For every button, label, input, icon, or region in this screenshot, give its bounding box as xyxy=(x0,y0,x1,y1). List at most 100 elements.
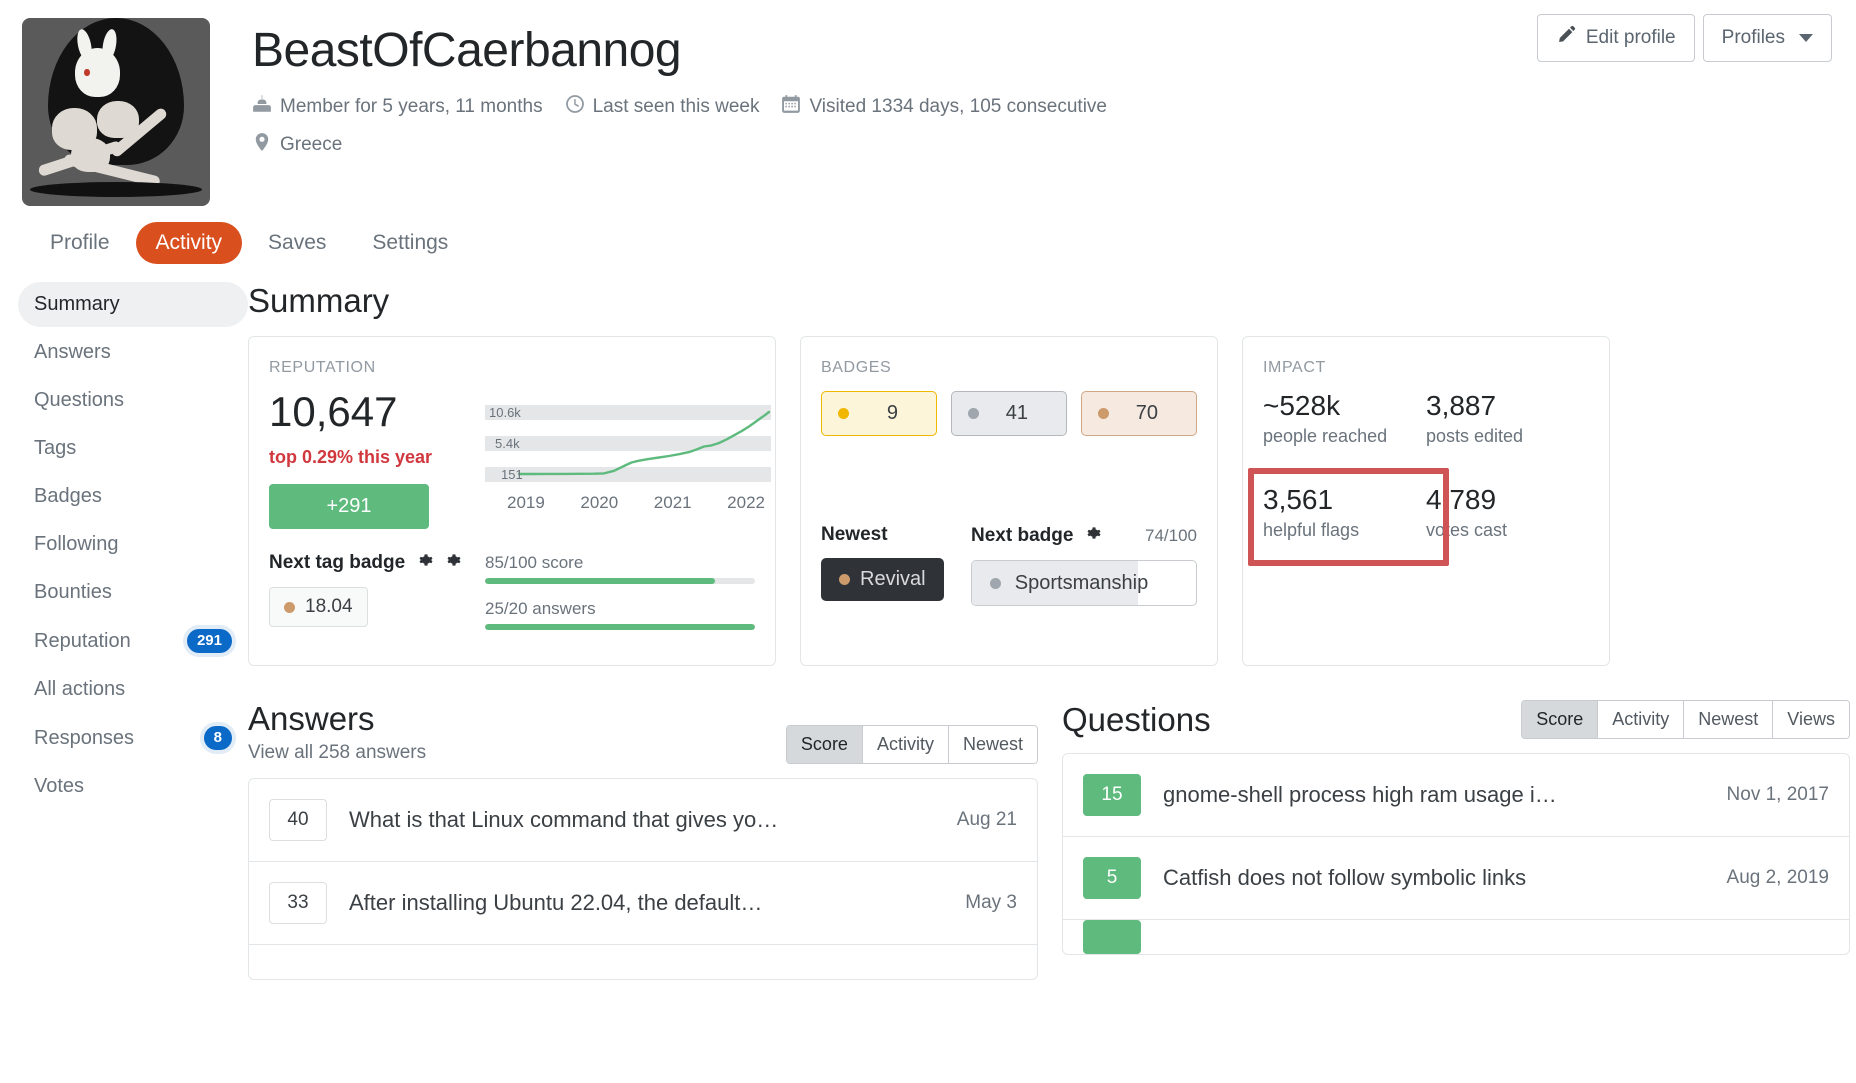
impact-label: votes cast xyxy=(1426,519,1508,540)
table-row[interactable]: 40 What is that Linux command that gives… xyxy=(249,779,1037,862)
answers-view-all-link[interactable]: View all 258 answers xyxy=(248,742,426,764)
sidebar-item-reputation[interactable]: Reputation 291 xyxy=(18,618,248,664)
badge-count-gold[interactable]: 9 xyxy=(821,391,937,436)
sidebar-item-tags[interactable]: Tags xyxy=(18,426,248,471)
question-title[interactable]: Catfish does not follow symbolic links xyxy=(1163,865,1705,891)
sidebar-item-all-actions[interactable]: All actions xyxy=(18,667,248,712)
meta-visited: Visited 1334 days, 105 consecutive xyxy=(781,94,1107,120)
section-heading-summary: Summary xyxy=(248,282,390,319)
sidebar-item-label: Responses xyxy=(34,726,135,749)
answer-title[interactable]: After installing Ubuntu 22.04, the defau… xyxy=(349,890,943,916)
edit-profile-button[interactable]: Edit profile xyxy=(1536,14,1695,62)
next-badge-label: Next badge xyxy=(971,525,1074,546)
activity-lists: Answers View all 258 answers Score Activ… xyxy=(248,700,1850,980)
tab-settings[interactable]: Settings xyxy=(352,222,468,264)
reputation-card-title: REPUTATION xyxy=(269,359,376,376)
meta-location: Greece xyxy=(252,132,342,158)
gear-icon xyxy=(1083,524,1101,548)
sidebar-item-votes[interactable]: Votes xyxy=(18,764,248,809)
meta-location-text: Greece xyxy=(280,134,343,156)
sidebar-item-summary[interactable]: Summary xyxy=(18,282,248,327)
question-title[interactable]: gnome-shell process high ram usage i… xyxy=(1163,782,1705,808)
profiles-dropdown-button[interactable]: Profiles xyxy=(1702,14,1832,62)
answer-date: May 3 xyxy=(965,892,1017,913)
sidebar-item-label: Reputation xyxy=(34,629,131,652)
profile-header: BeastOfCaerbannog Member for 5 years, 11… xyxy=(0,0,1856,206)
tab-activity[interactable]: Activity xyxy=(135,222,243,264)
questions-sort-newest[interactable]: Newest xyxy=(1684,701,1774,738)
questions-sort-activity[interactable]: Activity xyxy=(1598,701,1685,738)
pencil-icon xyxy=(1556,25,1576,51)
meta-visited-text: Visited 1334 days, 105 consecutive xyxy=(809,96,1107,118)
x-tick: 2021 xyxy=(653,493,692,512)
next-tag-badge-label: Next tag badge xyxy=(269,552,406,573)
sidebar-item-label: All actions xyxy=(34,678,126,700)
bronze-badge-count: 70 xyxy=(1135,402,1158,424)
sidebar-item-bounties[interactable]: Bounties xyxy=(18,570,248,615)
next-tag-badge-label-row: Next tag badge xyxy=(269,551,485,575)
reputation-top-percent: top 0.29% this year xyxy=(269,447,433,467)
badge-counts: 9 41 70 xyxy=(821,391,1197,436)
tab-profile[interactable]: Profile xyxy=(30,222,130,264)
silver-badge-dot-icon xyxy=(968,408,979,419)
tab-saves[interactable]: Saves xyxy=(248,222,346,264)
questions-heading: Questions xyxy=(1062,701,1211,738)
table-row-partial[interactable] xyxy=(1063,920,1849,954)
sidebar-item-label: Questions xyxy=(34,389,125,411)
table-row[interactable]: 15 gnome-shell process high ram usage i…… xyxy=(1063,754,1849,837)
newest-badge-chip[interactable]: Revival xyxy=(821,558,944,601)
next-badge-label-row: Next badge xyxy=(971,524,1101,548)
table-row[interactable]: 5 Catfish does not follow symbolic links… xyxy=(1063,837,1849,920)
reputation-delta-badge[interactable]: +291 xyxy=(269,484,429,529)
meta-member-for-text: Member for 5 years, 11 months xyxy=(280,96,543,118)
tag-progress-answers-bar xyxy=(485,624,755,630)
avatar[interactable] xyxy=(22,18,210,206)
question-date: Nov 1, 2017 xyxy=(1726,784,1829,805)
question-score-partial xyxy=(1083,920,1141,954)
reputation-total: 10,647 xyxy=(269,388,398,435)
next-badge-progress-chip[interactable]: Sportsmanship xyxy=(971,560,1197,606)
questions-sort-tabs: Score Activity Newest Views xyxy=(1521,700,1850,739)
sidebar-badge-count: 291 xyxy=(186,629,232,653)
answers-sort-tabs: Score Activity Newest xyxy=(785,725,1038,764)
next-tag-badge-chip[interactable]: 18.04 xyxy=(269,587,368,627)
bronze-badge-dot-icon xyxy=(1098,408,1109,419)
calendar-icon xyxy=(781,94,801,120)
answer-date: Aug 21 xyxy=(956,809,1017,830)
badge-dot-icon xyxy=(990,577,1001,589)
svg-text:151: 151 xyxy=(501,467,523,482)
questions-sort-views[interactable]: Views xyxy=(1773,701,1849,738)
user-location: Greece xyxy=(252,132,1129,170)
sidebar-item-label: Tags xyxy=(34,437,77,459)
answers-sort-score[interactable]: Score xyxy=(786,726,863,763)
sidebar-badge-count: 8 xyxy=(203,726,232,750)
next-badge-progress-text: 74/100 xyxy=(1145,526,1197,545)
sidebar-item-label: Badges xyxy=(34,485,102,507)
badges-card-title: BADGES xyxy=(821,359,892,376)
question-score: 15 xyxy=(1083,774,1141,816)
sidebar-item-label: Bounties xyxy=(34,581,112,603)
sidebar-item-badges[interactable]: Badges xyxy=(18,474,248,519)
tag-progress-score-bar xyxy=(485,578,755,584)
sidebar-item-label: Summary xyxy=(34,293,120,315)
impact-card-title: IMPACT xyxy=(1263,359,1326,376)
answer-title[interactable]: What is that Linux command that gives yo… xyxy=(349,807,935,833)
answers-sort-newest[interactable]: Newest xyxy=(948,726,1037,763)
table-row-partial[interactable] xyxy=(249,945,1037,979)
questions-list: 15 gnome-shell process high ram usage i…… xyxy=(1062,753,1850,955)
impact-value: 4,789 xyxy=(1426,483,1497,515)
reputation-card: REPUTATION 10,647 top 0.29% this year +2… xyxy=(248,336,776,666)
table-row[interactable]: 33 After installing Ubuntu 22.04, the de… xyxy=(249,862,1037,945)
sidebar-item-questions[interactable]: Questions xyxy=(18,378,248,423)
sidebar-item-responses[interactable]: Responses 8 xyxy=(18,715,248,761)
impact-value: ~528k xyxy=(1263,390,1341,421)
clock-icon xyxy=(565,94,585,120)
answers-sort-activity[interactable]: Activity xyxy=(862,726,949,763)
badge-count-silver[interactable]: 41 xyxy=(951,391,1067,436)
badge-count-bronze[interactable]: 70 xyxy=(1081,391,1197,436)
sidebar-item-following[interactable]: Following xyxy=(18,522,248,567)
sidebar-item-answers[interactable]: Answers xyxy=(18,330,248,375)
impact-label: helpful flags xyxy=(1263,519,1360,540)
impact-stat-posts-edited: 3,887 posts edited xyxy=(1426,390,1589,447)
questions-sort-score[interactable]: Score xyxy=(1522,701,1599,738)
